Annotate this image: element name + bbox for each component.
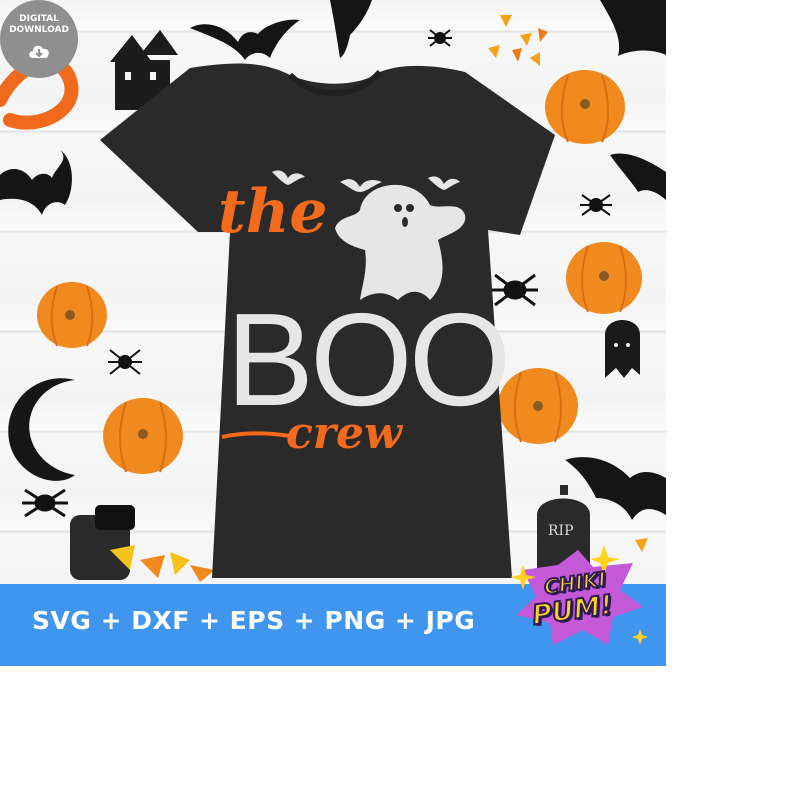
candy-jar-icon [70, 505, 215, 582]
chiki-pum-logo: CHIKI PUM! [508, 545, 648, 655]
bat-icon [190, 19, 300, 61]
file-formats-label: SVG + DXF + EPS + PNG + JPG [32, 606, 476, 635]
spider-icon [22, 488, 68, 518]
tombstone-label: RIP [548, 523, 574, 539]
product-scene: the BOO crew RIP DIGITAL DOWNLOAD SVG + … [0, 0, 666, 666]
badge-line-download: DOWNLOAD [9, 25, 69, 35]
bat-icon [610, 153, 666, 200]
cloud-download-icon [29, 45, 49, 58]
spider-icon [108, 349, 142, 375]
spider-icon [428, 29, 452, 47]
pumpkin-icon [545, 70, 625, 144]
digital-download-badge: DIGITAL DOWNLOAD [0, 0, 78, 78]
pumpkin-icon [103, 398, 183, 474]
bat-icon [0, 150, 72, 215]
design-word-the: the [218, 177, 328, 247]
pumpkin-icon [498, 368, 578, 444]
pumpkin-icon [37, 282, 107, 348]
design-word-crew: crew [286, 408, 404, 459]
bat-icon [600, 0, 666, 56]
moon-icon [8, 378, 75, 481]
badge-line-digital: DIGITAL [19, 14, 59, 24]
ghost-icon [605, 320, 640, 378]
spider-icon [580, 194, 612, 216]
bat-icon [330, 0, 372, 58]
pumpkin-icon [566, 242, 642, 314]
